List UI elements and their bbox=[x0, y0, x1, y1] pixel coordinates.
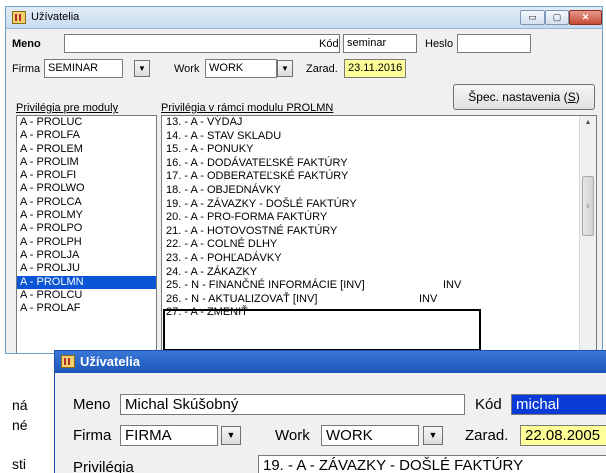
doc-fragment: sti bbox=[12, 456, 26, 472]
shortcut-key: S bbox=[567, 90, 576, 104]
privilege-label: 25. - N - FINANČNÉ INFORMÁCIE [INV] bbox=[166, 279, 365, 292]
list-item[interactable]: A - PROLPO bbox=[17, 222, 156, 235]
list-item[interactable]: A - PROLEM bbox=[17, 143, 156, 156]
window-title: Užívatelia bbox=[31, 11, 80, 23]
chevron-down-icon[interactable]: ▼ bbox=[277, 60, 293, 77]
list-item[interactable]: A - PROLWO bbox=[17, 182, 156, 195]
work-label: Work bbox=[275, 427, 310, 444]
list-item[interactable]: 22. - A - COLNÉ DLHY bbox=[162, 238, 596, 252]
list-item[interactable]: A - PROLPH bbox=[17, 236, 156, 249]
privilege-label: 26. - N - AKTUALIZOVAŤ [INV] bbox=[166, 292, 318, 305]
list-item[interactable]: 17. - A - ODBERATEĽSKÉ FAKTÚRY bbox=[162, 170, 596, 184]
meno-input[interactable] bbox=[64, 34, 340, 53]
list-item[interactable]: 15. - A - PONUKY bbox=[162, 143, 596, 157]
list-item[interactable]: 24. - A - ZÁKAZKY bbox=[162, 266, 596, 280]
minimize-button[interactable]: ▭ bbox=[520, 10, 545, 25]
list-item[interactable]: A - PROLJA bbox=[17, 249, 156, 262]
list-item[interactable]: 25. - N - FINANČNÉ INFORMÁCIE [INV] INV bbox=[162, 279, 596, 293]
doc-fragment: ná bbox=[12, 397, 28, 413]
list-item[interactable]: 13. - A - VÝDAJ bbox=[162, 116, 596, 130]
maximize-button[interactable]: ▢ bbox=[545, 10, 569, 25]
modules-list[interactable]: A - PROLUC A - PROLFA A - PROLEM A - PRO… bbox=[16, 115, 157, 353]
list-item[interactable]: A - PROLCU bbox=[17, 289, 156, 302]
modules-header: Privilégia pre moduly bbox=[16, 102, 119, 114]
meno-input[interactable]: Michal Skúšobný bbox=[120, 394, 465, 415]
zarad-label: Zarad. bbox=[465, 427, 509, 444]
firma-label: Firma bbox=[12, 63, 41, 75]
zarad-date-field[interactable]: 23.11.2016 bbox=[344, 59, 406, 78]
users-window-2: Užívatelia Meno Michal Skúšobný Kód mich… bbox=[54, 350, 606, 473]
privileges-header: Privilégia v rámci modulu PROLMN bbox=[161, 102, 334, 114]
list-item[interactable]: A - PROLAF bbox=[17, 302, 156, 315]
special-settings-button[interactable]: Špec. nastavenia (S) bbox=[453, 84, 595, 110]
scroll-up-arrow-icon[interactable]: ▲ bbox=[580, 119, 596, 126]
list-item[interactable]: A - PROLUC bbox=[17, 116, 156, 129]
kod-input[interactable]: michal bbox=[511, 394, 606, 415]
work-select[interactable]: WORK bbox=[205, 59, 277, 78]
list-item[interactable]: A - PROLCA bbox=[17, 196, 156, 209]
inv-tag: INV bbox=[443, 279, 462, 292]
list-item[interactable]: A - PROLIM bbox=[17, 156, 156, 169]
work-select[interactable]: WORK bbox=[321, 425, 419, 446]
list-item[interactable]: 27. - A - ZMENIŤ bbox=[162, 306, 596, 320]
kod-input[interactable]: seminar bbox=[343, 34, 417, 53]
privileges-list[interactable]: 13. - A - VÝDAJ 14. - A - STAV SKLADU 15… bbox=[161, 115, 597, 353]
zarad-label: Zarad. bbox=[306, 63, 338, 75]
firma-select[interactable]: SEMINAR bbox=[44, 59, 123, 78]
users-window: Užívatelia ▭ ▢ ✕ Meno Kód seminar Heslo … bbox=[5, 6, 603, 354]
special-settings-label: Špec. nastavenia ( bbox=[468, 90, 568, 104]
scroll-thumb[interactable]: ≡ bbox=[582, 176, 594, 236]
meno-label: Meno bbox=[73, 396, 111, 413]
title-bar[interactable]: Užívatelia bbox=[55, 351, 606, 373]
heslo-label: Heslo bbox=[425, 38, 454, 50]
app-icon bbox=[12, 11, 26, 24]
list-item[interactable]: A - PROLJU bbox=[17, 262, 156, 275]
kod-label: Kód bbox=[319, 38, 339, 50]
close-button[interactable]: ✕ bbox=[569, 10, 602, 25]
heslo-input[interactable] bbox=[457, 34, 531, 53]
list-item[interactable]: 21. - A - HOTOVOSTNÉ FAKTÚRY bbox=[162, 225, 596, 239]
list-item[interactable]: 20. - A - PRO-FORMA FAKTÚRY bbox=[162, 211, 596, 225]
list-item[interactable]: 14. - A - STAV SKLADU bbox=[162, 130, 596, 144]
work-label: Work bbox=[174, 63, 200, 75]
vertical-scrollbar[interactable]: ▲ ≡ bbox=[579, 116, 596, 353]
privilegia-label: Privilégia bbox=[73, 459, 134, 473]
zarad-date-field[interactable]: 22.08.2005 bbox=[520, 425, 606, 446]
list-item[interactable]: A - PROLMY bbox=[17, 209, 156, 222]
list-item[interactable]: A - PROLFI bbox=[17, 169, 156, 182]
list-item[interactable]: 18. - A - OBJEDNÁVKY bbox=[162, 184, 596, 198]
chevron-down-icon[interactable]: ▼ bbox=[134, 60, 150, 77]
window-title: Užívatelia bbox=[80, 354, 140, 369]
list-item[interactable]: 23. - A - POHĽADÁVKY bbox=[162, 252, 596, 266]
kod-label: Kód bbox=[475, 396, 502, 413]
app-icon bbox=[61, 355, 75, 368]
chevron-down-icon[interactable]: ▼ bbox=[423, 426, 443, 445]
firma-select[interactable]: FIRMA bbox=[120, 425, 218, 446]
list-item[interactable]: A - PROLFA bbox=[17, 129, 156, 142]
chevron-down-icon[interactable]: ▼ bbox=[221, 426, 241, 445]
inv-tag: INV bbox=[419, 292, 438, 305]
firma-label: Firma bbox=[73, 427, 112, 444]
list-item[interactable]: 19. - A - ZÁVAZKY - DOŠLÉ FAKTÚRY bbox=[162, 198, 596, 212]
privilege-list-row[interactable]: 19. - A - ZÁVAZKY - DOŠLÉ FAKTÚRY bbox=[258, 455, 606, 473]
list-item[interactable]: 16. - A - DODÁVATEĽSKÉ FAKTÚRY bbox=[162, 157, 596, 171]
grip-icon: ≡ bbox=[586, 204, 590, 210]
list-item-selected[interactable]: A - PROLMN bbox=[17, 275, 156, 289]
list-item[interactable]: 26. - N - AKTUALIZOVAŤ [INV] INV bbox=[162, 293, 596, 307]
special-settings-close: ) bbox=[575, 90, 580, 104]
doc-fragment: né bbox=[12, 417, 28, 433]
meno-label: Meno bbox=[12, 38, 41, 50]
title-bar[interactable]: Užívatelia ▭ ▢ ✕ bbox=[6, 7, 602, 29]
